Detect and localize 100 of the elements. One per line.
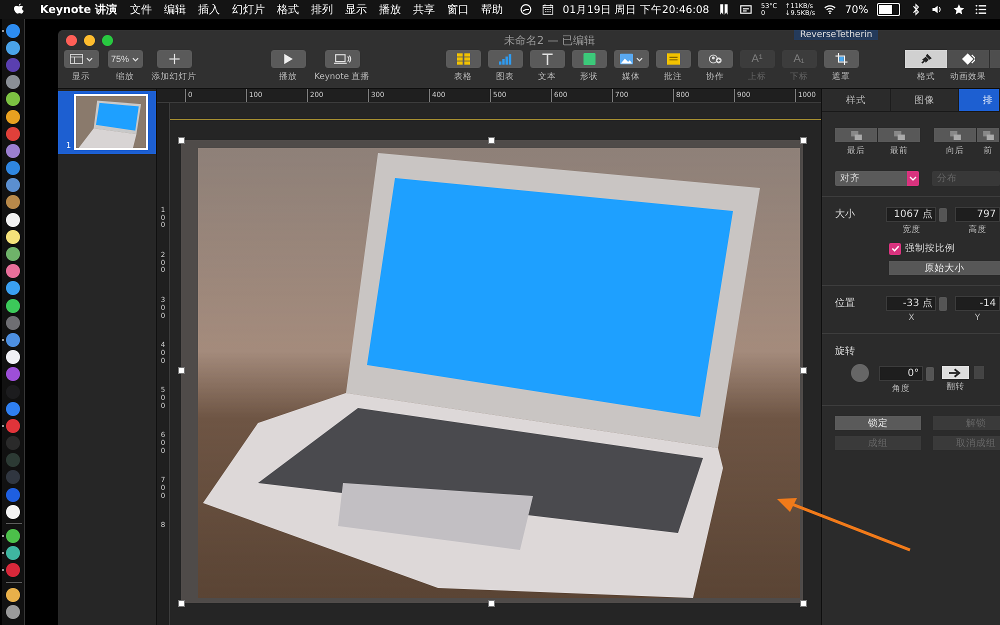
x-field[interactable]: -33 点 — [886, 296, 936, 311]
menu-item[interactable]: 幻灯片 — [232, 2, 265, 17]
selection-handle[interactable] — [800, 600, 807, 607]
toolbar-label: 添加幻灯片 — [152, 71, 196, 83]
height-field[interactable]: 797 — [955, 207, 1000, 222]
battery-percent[interactable]: 70% — [844, 4, 868, 16]
selection-handle[interactable] — [178, 600, 185, 607]
plus-icon — [168, 53, 180, 65]
app-menu[interactable]: Keynote 讲演 — [40, 2, 117, 17]
toolbar-button[interactable] — [64, 50, 98, 68]
diamond-icon — [962, 53, 974, 65]
arrange-button[interactable] — [835, 128, 877, 142]
selection-handle[interactable] — [488, 137, 495, 144]
app-icon[interactable] — [6, 212, 20, 227]
menu-item[interactable]: 编辑 — [164, 2, 186, 17]
lock-button[interactable]: 锁定 — [835, 416, 921, 430]
arrange-button[interactable] — [977, 128, 999, 142]
checkbox-label: 强制按比例 — [905, 242, 955, 255]
selection-handle[interactable] — [800, 367, 807, 374]
zoom-button[interactable] — [102, 34, 113, 46]
y-field[interactable]: -14 — [955, 296, 1000, 311]
caret-icon — [636, 56, 642, 62]
toolbar-button[interactable]: 75% — [108, 50, 142, 68]
arrange-button[interactable] — [878, 128, 920, 142]
flip-button[interactable] — [942, 366, 969, 379]
app-icon[interactable] — [6, 529, 20, 544]
menu-item[interactable]: 共享 — [412, 2, 435, 17]
app-icon[interactable] — [6, 281, 20, 296]
date-time[interactable]: 01月19日 周日 下午20:46:08 — [562, 2, 710, 16]
volume-icon[interactable] — [931, 3, 944, 16]
width-field[interactable]: 1067 点 — [886, 207, 936, 222]
toolbar-button[interactable] — [572, 50, 606, 68]
apple-icon[interactable] — [14, 3, 24, 16]
checkbox[interactable] — [889, 242, 901, 254]
panel-button[interactable] — [905, 50, 947, 68]
original-size-button[interactable]: 原始大小 — [889, 261, 1000, 275]
close-button[interactable] — [66, 34, 77, 46]
app-icon[interactable] — [6, 178, 20, 192]
app-icon[interactable] — [6, 75, 20, 90]
angle-field[interactable]: 0° — [879, 366, 923, 381]
caret-icon — [86, 56, 92, 62]
selection-handle[interactable] — [488, 600, 495, 607]
field-caption: 角度 — [892, 383, 910, 395]
toolbar-button[interactable] — [324, 50, 360, 68]
toolbar-label: 缩放 — [116, 71, 134, 83]
app-icon[interactable] — [6, 604, 20, 619]
list-icon[interactable] — [975, 3, 987, 16]
menu-item[interactable]: 帮助 — [480, 2, 503, 17]
app-icon[interactable] — [6, 332, 20, 347]
align-dropdown[interactable]: 对齐 — [835, 171, 919, 186]
toolbar-button[interactable] — [656, 50, 690, 68]
toolbar-button[interactable] — [530, 50, 564, 68]
selection-handle[interactable] — [800, 137, 807, 144]
app-icon[interactable] — [6, 546, 20, 560]
menu-item[interactable]: 窗口 — [446, 2, 469, 17]
toolbar-button[interactable] — [824, 50, 858, 68]
toolbar-label: 遮罩 — [832, 71, 850, 83]
app-icon[interactable] — [6, 504, 20, 519]
toolbar-button[interactable] — [156, 50, 192, 68]
toolbar-button[interactable] — [698, 50, 732, 68]
field-caption: Y — [974, 313, 980, 323]
app-icon[interactable] — [6, 92, 20, 106]
slide-thumbnail[interactable] — [74, 94, 148, 150]
app-icon[interactable] — [6, 40, 20, 55]
star-icon[interactable] — [953, 3, 966, 16]
laptop-icon — [332, 53, 352, 65]
menu-item[interactable]: 排列 — [310, 2, 333, 17]
menu-item[interactable]: 显示 — [344, 2, 367, 17]
toolbar-button[interactable] — [446, 50, 480, 68]
calendar-icon[interactable] — [542, 3, 554, 16]
display-icon[interactable] — [740, 3, 752, 16]
rotation-dial[interactable] — [851, 364, 869, 382]
bookmark-icon[interactable] — [718, 3, 730, 16]
arrange-button[interactable] — [934, 128, 976, 142]
menu-item[interactable]: 插入 — [198, 2, 220, 17]
minimize-button[interactable] — [84, 34, 95, 46]
panel-button[interactable] — [947, 50, 989, 68]
app-icon[interactable] — [6, 588, 20, 602]
selection-handle[interactable] — [178, 137, 185, 144]
battery-icon[interactable] — [877, 3, 900, 16]
app-icon[interactable] — [6, 264, 20, 278]
app-icon[interactable] — [6, 350, 20, 364]
toolbar-button[interactable] — [614, 50, 648, 68]
wifi-icon[interactable] — [824, 3, 836, 16]
selection-handle[interactable] — [178, 367, 185, 374]
menu-item[interactable]: 文件 — [130, 2, 152, 17]
layers-icon — [850, 130, 862, 140]
toolbar-button[interactable] — [270, 50, 306, 68]
app-icon[interactable] — [6, 144, 20, 158]
menu-item[interactable]: 格式 — [276, 2, 299, 17]
menu-item[interactable]: 播放 — [378, 2, 401, 17]
clock-icon[interactable] — [520, 3, 532, 16]
app-icon[interactable] — [6, 230, 20, 244]
toolbar-label: 播放 — [279, 71, 297, 83]
inspector-tab[interactable]: 排 — [959, 89, 1000, 111]
button-caption: 向后 — [946, 145, 964, 157]
app-icon[interactable] — [6, 298, 20, 313]
app-icon[interactable] — [6, 110, 20, 124]
app-icon[interactable] — [6, 195, 20, 210]
app-icon[interactable] — [6, 247, 20, 262]
